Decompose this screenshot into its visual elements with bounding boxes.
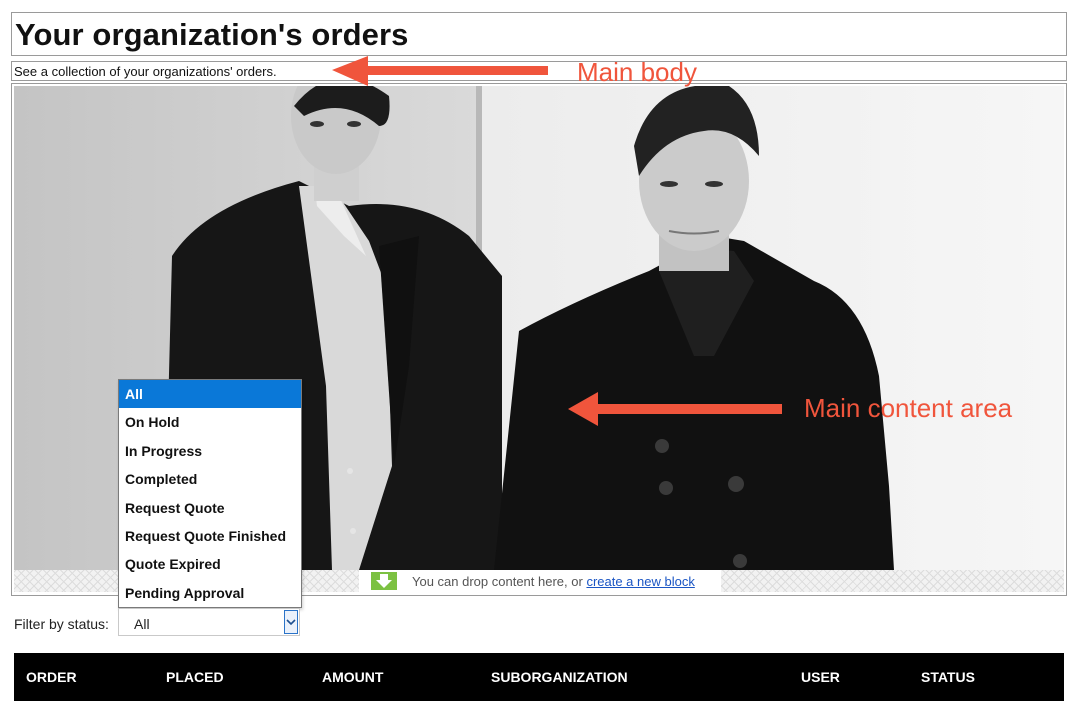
main-body-arrow <box>332 56 548 86</box>
column-header-user[interactable]: USER <box>801 653 840 701</box>
orders-table-header: ORDER PLACED AMOUNT SUBORGANIZATION USER… <box>14 653 1064 701</box>
page-description: See a collection of your organizations' … <box>14 64 277 79</box>
status-option-in-progress[interactable]: In Progress <box>119 437 301 465</box>
main-body-annotation: Main body <box>577 57 697 87</box>
page-title-block: Your organization's orders <box>11 12 1067 56</box>
column-header-amount[interactable]: AMOUNT <box>322 653 383 701</box>
status-option-all[interactable]: All <box>119 380 301 409</box>
status-option-on-hold[interactable]: On Hold <box>119 408 301 436</box>
arrow-down-icon <box>371 572 397 590</box>
status-option-pending-approval[interactable]: Pending Approval <box>119 579 301 607</box>
main-content-arrow <box>568 392 782 426</box>
column-header-order[interactable]: ORDER <box>26 653 77 701</box>
drop-zone-text: You can drop content here, or <box>412 573 583 589</box>
drop-zone-message: You can drop content here, or create a n… <box>359 570 721 592</box>
status-option-quote-expired[interactable]: Quote Expired <box>119 550 301 578</box>
status-option-request-quote[interactable]: Request Quote <box>119 494 301 522</box>
page-title: Your organization's orders <box>15 17 409 52</box>
filter-label: Filter by status: <box>14 616 109 632</box>
main-content-annotation: Main content area <box>804 393 1013 423</box>
status-option-completed[interactable]: Completed <box>119 465 301 493</box>
status-select[interactable]: All <box>118 608 300 636</box>
column-header-status[interactable]: STATUS <box>921 653 975 701</box>
status-select-value: All <box>134 616 150 632</box>
column-header-suborganization[interactable]: SUBORGANIZATION <box>491 653 628 701</box>
status-dropdown-list[interactable]: All On Hold In Progress Completed Reques… <box>118 379 302 608</box>
status-option-request-quote-finished[interactable]: Request Quote Finished <box>119 522 301 550</box>
column-header-placed[interactable]: PLACED <box>166 653 224 701</box>
create-block-link[interactable]: create a new block <box>586 574 694 589</box>
chevron-down-icon[interactable] <box>284 610 298 634</box>
